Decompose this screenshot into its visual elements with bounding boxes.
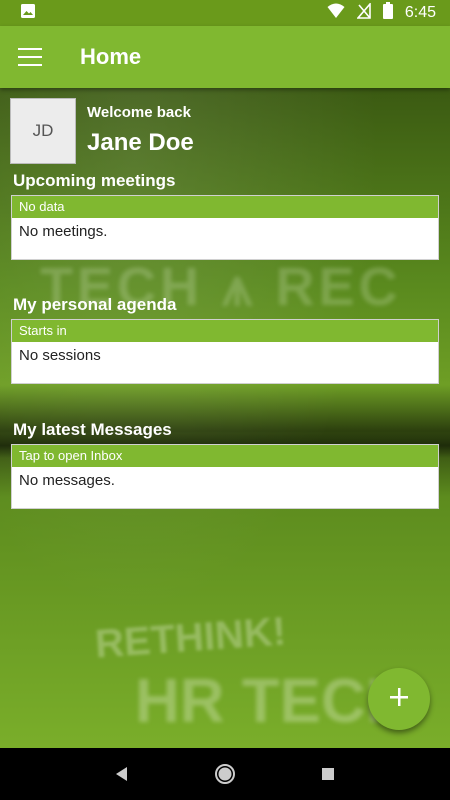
hamburger-menu-icon[interactable] [18, 48, 42, 66]
plus-icon [388, 686, 410, 713]
avatar[interactable]: JD [10, 98, 76, 164]
signal-icon [356, 1, 371, 24]
messages-section-title: My latest Messages [13, 420, 172, 439]
image-icon [20, 3, 36, 24]
main-content: TECH ⩚ REC RETHINK! HR TECH JD Welcome b… [0, 88, 450, 748]
home-icon[interactable] [205, 754, 245, 794]
system-nav-bar [0, 748, 450, 800]
user-name: Jane Doe [87, 129, 194, 156]
meetings-card-header: No data [12, 196, 438, 218]
meetings-section-title: Upcoming meetings [13, 171, 176, 190]
messages-card[interactable]: Tap to open Inbox No messages. [11, 444, 439, 509]
meetings-card[interactable]: No data No meetings. [11, 195, 439, 260]
profile-header: JD Welcome back Jane Doe [10, 98, 194, 164]
wifi-icon [327, 3, 345, 24]
back-icon[interactable] [102, 754, 142, 794]
status-time: 6:45 [404, 4, 436, 21]
agenda-card-header: Starts in [12, 320, 438, 342]
status-bar: 6:45 [0, 0, 450, 26]
agenda-section-title: My personal agenda [13, 295, 177, 314]
background-rethink-decoration: RETHINK! [93, 609, 288, 667]
meetings-card-body: No meetings. [19, 223, 108, 240]
welcome-label: Welcome back [87, 104, 191, 121]
app-bar: Home [0, 26, 450, 88]
messages-card-body: No messages. [19, 472, 115, 489]
recents-icon[interactable] [308, 754, 348, 794]
messages-card-header: Tap to open Inbox [12, 445, 438, 467]
agenda-card-body: No sessions [19, 347, 101, 364]
add-button[interactable] [368, 668, 430, 730]
battery-icon [382, 2, 393, 24]
agenda-card[interactable]: Starts in No sessions [11, 319, 439, 384]
page-title: Home [80, 44, 142, 69]
